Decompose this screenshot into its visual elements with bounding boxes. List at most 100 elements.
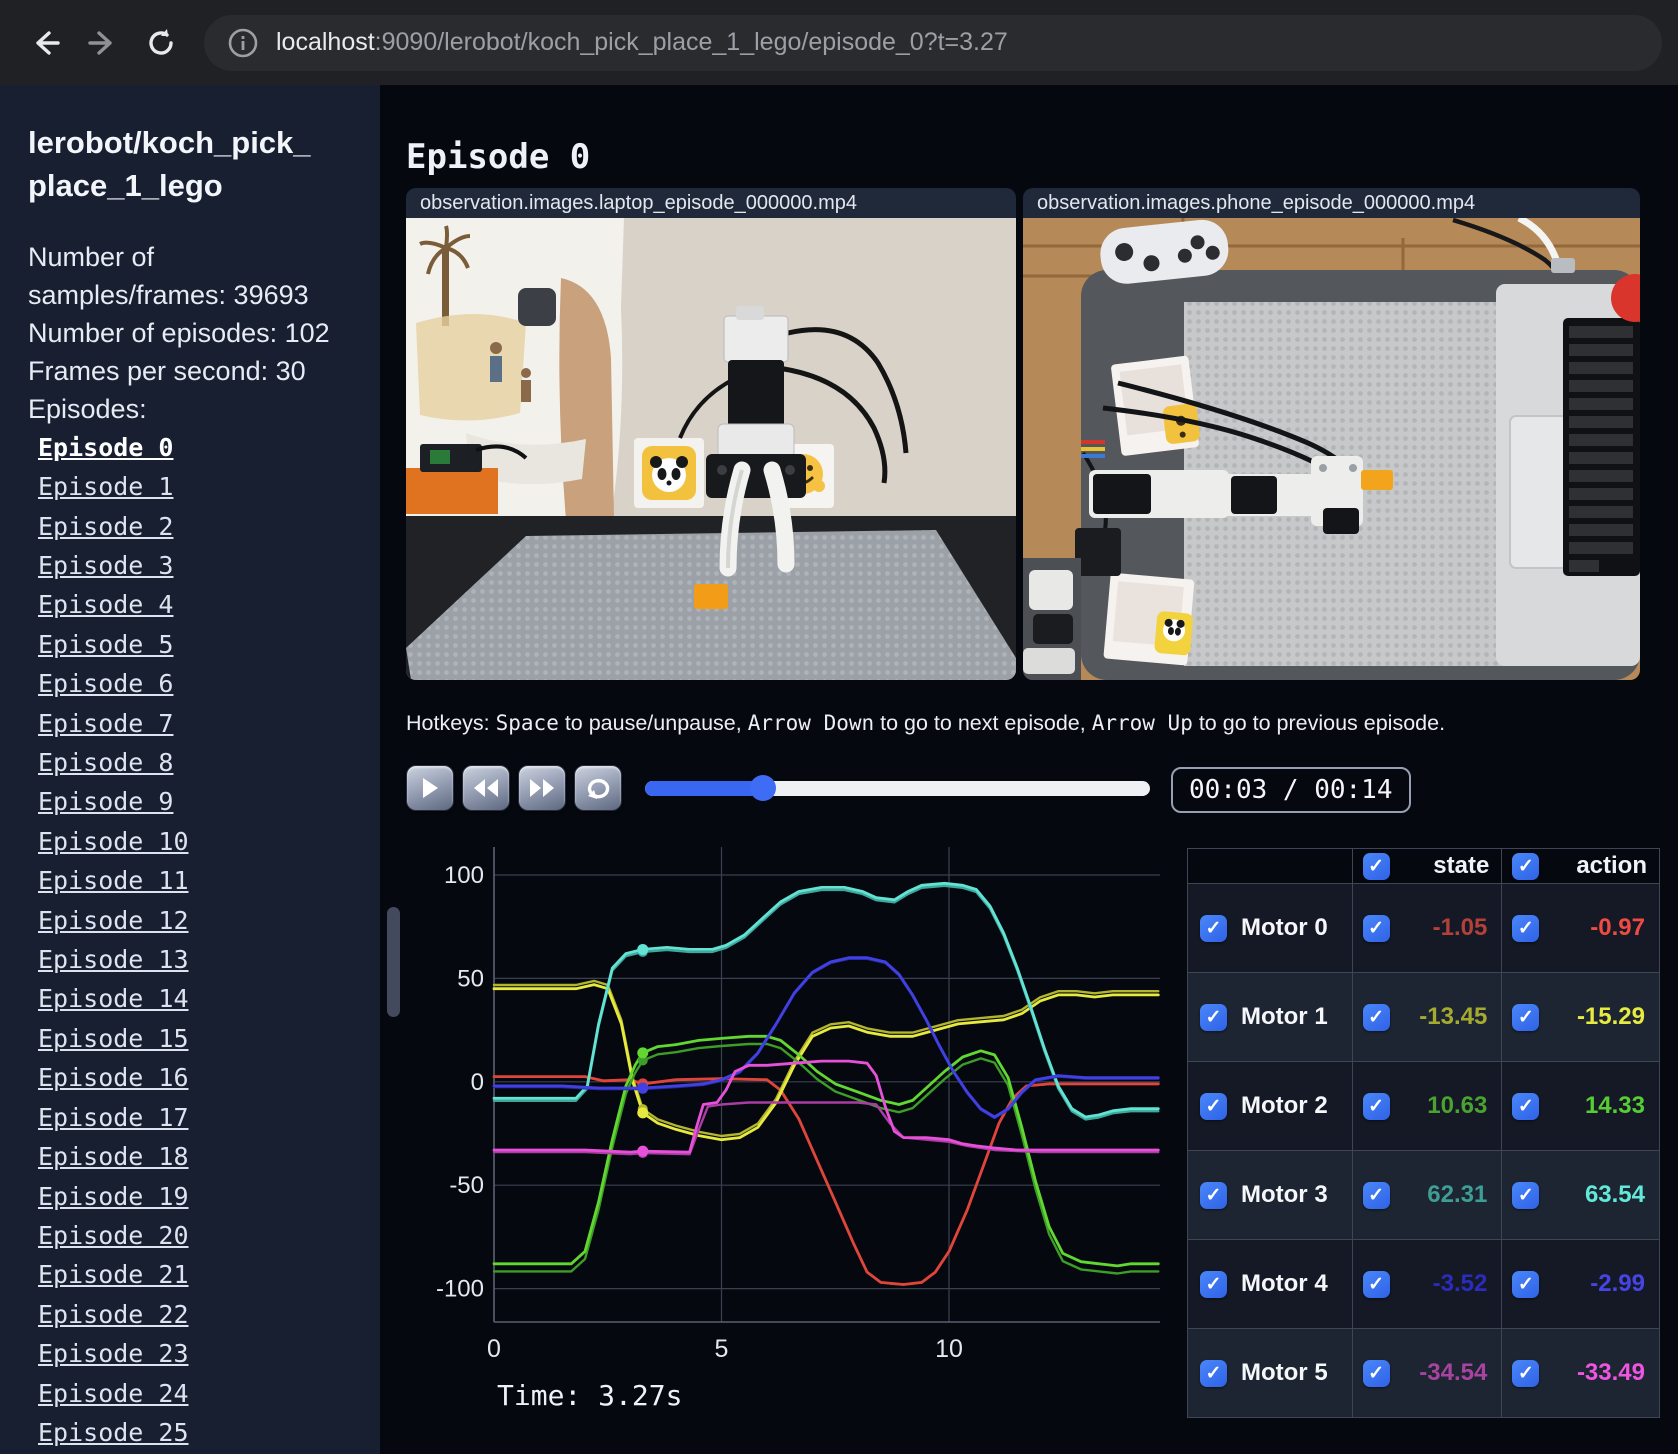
- episode-list-item: Episode 11: [28, 863, 380, 902]
- action-cell-checkbox[interactable]: ✓: [1512, 1181, 1540, 1209]
- state-cell-checkbox[interactable]: ✓: [1362, 1003, 1390, 1031]
- info-icon[interactable]: [226, 26, 260, 60]
- panda-card: [634, 438, 704, 508]
- action-value: -15.29: [1576, 1003, 1645, 1030]
- rewind-button[interactable]: [462, 765, 510, 811]
- episode-link-episode-22[interactable]: Episode 22: [28, 1300, 189, 1329]
- state-cell-checkbox[interactable]: ✓: [1362, 1092, 1390, 1120]
- main-panel: Episode 0 observation.images.laptop_epis…: [380, 85, 1678, 1454]
- episode-list: Episode 0 Episode 1 Episode 2 Episode 3 Epis…: [28, 430, 380, 1454]
- motor-label: Motor 5: [1241, 1359, 1328, 1386]
- motors-table-body: ✓ Motor 0 ✓ -1.05 ✓ -0.97 ✓ Motor 1 ✓ -13.45 ✓ -15.…: [1187, 883, 1660, 1418]
- episode-link-episode-11[interactable]: Episode 11: [28, 866, 189, 895]
- slider-thumb[interactable]: [750, 775, 777, 801]
- dataset-title: lerobot/koch_pick_place_1_lego: [28, 125, 311, 204]
- episode-list-item: Episode 23: [28, 1336, 380, 1375]
- episode-link-episode-13[interactable]: Episode 13: [28, 945, 189, 974]
- episode-link-episode-15[interactable]: Episode 15: [28, 1024, 189, 1053]
- loop-button[interactable]: [574, 765, 622, 811]
- episode-link-episode-4[interactable]: Episode 4: [28, 590, 173, 619]
- state-value: 10.63: [1427, 1092, 1488, 1119]
- state-cell-checkbox[interactable]: ✓: [1362, 1270, 1390, 1298]
- fast-forward-button[interactable]: [518, 765, 566, 811]
- motors-chart[interactable]: 100 50 0 -50 -100 0 5 10: [380, 825, 1175, 1410]
- motor-header-cell: [1187, 848, 1353, 884]
- episode-link-episode-17[interactable]: Episode 17: [28, 1103, 189, 1132]
- laptop: [1496, 218, 1640, 666]
- episode-link-episode-0[interactable]: Episode 0: [28, 433, 173, 462]
- episode-link-episode-21[interactable]: Episode 21: [28, 1260, 189, 1289]
- page-title: Episode 0: [406, 137, 591, 177]
- motor-row-checkbox[interactable]: ✓: [1200, 1359, 1227, 1387]
- state-column-checkbox[interactable]: ✓: [1362, 853, 1390, 880]
- back-icon[interactable]: [28, 26, 62, 60]
- phone-video[interactable]: [1023, 218, 1640, 680]
- action-column-checkbox[interactable]: ✓: [1512, 853, 1540, 880]
- svg-text:100: 100: [444, 862, 484, 889]
- action-cell-checkbox[interactable]: ✓: [1512, 1092, 1540, 1120]
- action-cell-checkbox[interactable]: ✓: [1512, 1270, 1540, 1298]
- episode-link-episode-25[interactable]: Episode 25: [28, 1418, 189, 1447]
- episode-list-item: Episode 15: [28, 1021, 380, 1060]
- episode-link-episode-9[interactable]: Episode 9: [28, 787, 173, 816]
- episode-link-episode-14[interactable]: Episode 14: [28, 984, 189, 1013]
- slider-fill: [645, 781, 764, 796]
- episode-link-episode-7[interactable]: Episode 7: [28, 709, 173, 738]
- episode-link-episode-19[interactable]: Episode 19: [28, 1182, 189, 1211]
- action-header-cell: ✓ action: [1501, 848, 1660, 884]
- state-value: -1.05: [1432, 914, 1488, 941]
- episode-link-episode-18[interactable]: Episode 18: [28, 1142, 189, 1171]
- motor-row-checkbox[interactable]: ✓: [1200, 1092, 1227, 1120]
- episode-link-episode-2[interactable]: Episode 2: [28, 512, 173, 541]
- episode-list-item: Episode 25: [28, 1415, 380, 1454]
- episode-list-item: Episode 14: [28, 981, 380, 1020]
- stats-line: Frames per second: 30: [28, 355, 306, 386]
- episode-list-item: Episode 5: [28, 627, 380, 666]
- state-header-cell: ✓ state: [1351, 848, 1503, 884]
- svg-text:50: 50: [457, 965, 484, 992]
- video-panel-laptop: observation.images.laptop_episode_000000…: [406, 188, 1016, 680]
- episode-link-episode-8[interactable]: Episode 8: [28, 748, 173, 777]
- episode-list-item: Episode 12: [28, 903, 380, 942]
- state-cell-checkbox[interactable]: ✓: [1362, 1181, 1390, 1209]
- svg-text:0: 0: [471, 1069, 484, 1096]
- episode-link-episode-3[interactable]: Episode 3: [28, 551, 173, 580]
- motor-row-checkbox[interactable]: ✓: [1200, 914, 1227, 942]
- episode-list-item: Episode 6: [28, 666, 380, 705]
- state-cell-checkbox[interactable]: ✓: [1362, 1359, 1390, 1387]
- episode-link-episode-12[interactable]: Episode 12: [28, 906, 189, 935]
- action-cell-checkbox[interactable]: ✓: [1512, 914, 1540, 942]
- stats-line: Number of episodes: 102: [28, 317, 330, 348]
- keyboard: [1563, 318, 1640, 576]
- panda-box: [1103, 572, 1195, 666]
- episode-link-episode-5[interactable]: Episode 5: [28, 630, 173, 659]
- svg-text:5: 5: [715, 1335, 729, 1363]
- action-value: -2.99: [1590, 1270, 1645, 1297]
- episode-link-episode-10[interactable]: Episode 10: [28, 827, 189, 856]
- url-bar[interactable]: localhost:9090/lerobot/koch_pick_place_1…: [204, 14, 1662, 71]
- episode-list-item: Episode 21: [28, 1257, 380, 1296]
- episode-list-item: Episode 19: [28, 1179, 380, 1218]
- action-value: -0.97: [1590, 914, 1645, 941]
- action-cell-checkbox[interactable]: ✓: [1512, 1003, 1540, 1031]
- seek-slider[interactable]: [645, 775, 1150, 801]
- state-value: -34.54: [1419, 1359, 1488, 1386]
- episode-link-episode-24[interactable]: Episode 24: [28, 1379, 189, 1408]
- episode-link-episode-20[interactable]: Episode 20: [28, 1221, 189, 1250]
- play-button[interactable]: [406, 765, 454, 811]
- reload-icon[interactable]: [144, 26, 178, 60]
- motor-row-checkbox[interactable]: ✓: [1200, 1181, 1227, 1209]
- motor-row-checkbox[interactable]: ✓: [1200, 1270, 1227, 1298]
- laptop-video[interactable]: [406, 218, 1016, 680]
- forward-icon[interactable]: [86, 26, 120, 60]
- loop-icon: [587, 778, 610, 799]
- url-text: localhost:9090/lerobot/koch_pick_place_1…: [276, 28, 1008, 56]
- episode-link-episode-23[interactable]: Episode 23: [28, 1339, 189, 1368]
- episode-link-episode-16[interactable]: Episode 16: [28, 1063, 189, 1092]
- browser-toolbar: localhost:9090/lerobot/koch_pick_place_1…: [0, 0, 1678, 85]
- motor-row-checkbox[interactable]: ✓: [1200, 1003, 1227, 1031]
- state-cell-checkbox[interactable]: ✓: [1362, 914, 1390, 942]
- episode-link-episode-6[interactable]: Episode 6: [28, 669, 173, 698]
- action-cell-checkbox[interactable]: ✓: [1512, 1359, 1540, 1387]
- episode-link-episode-1[interactable]: Episode 1: [28, 472, 173, 501]
